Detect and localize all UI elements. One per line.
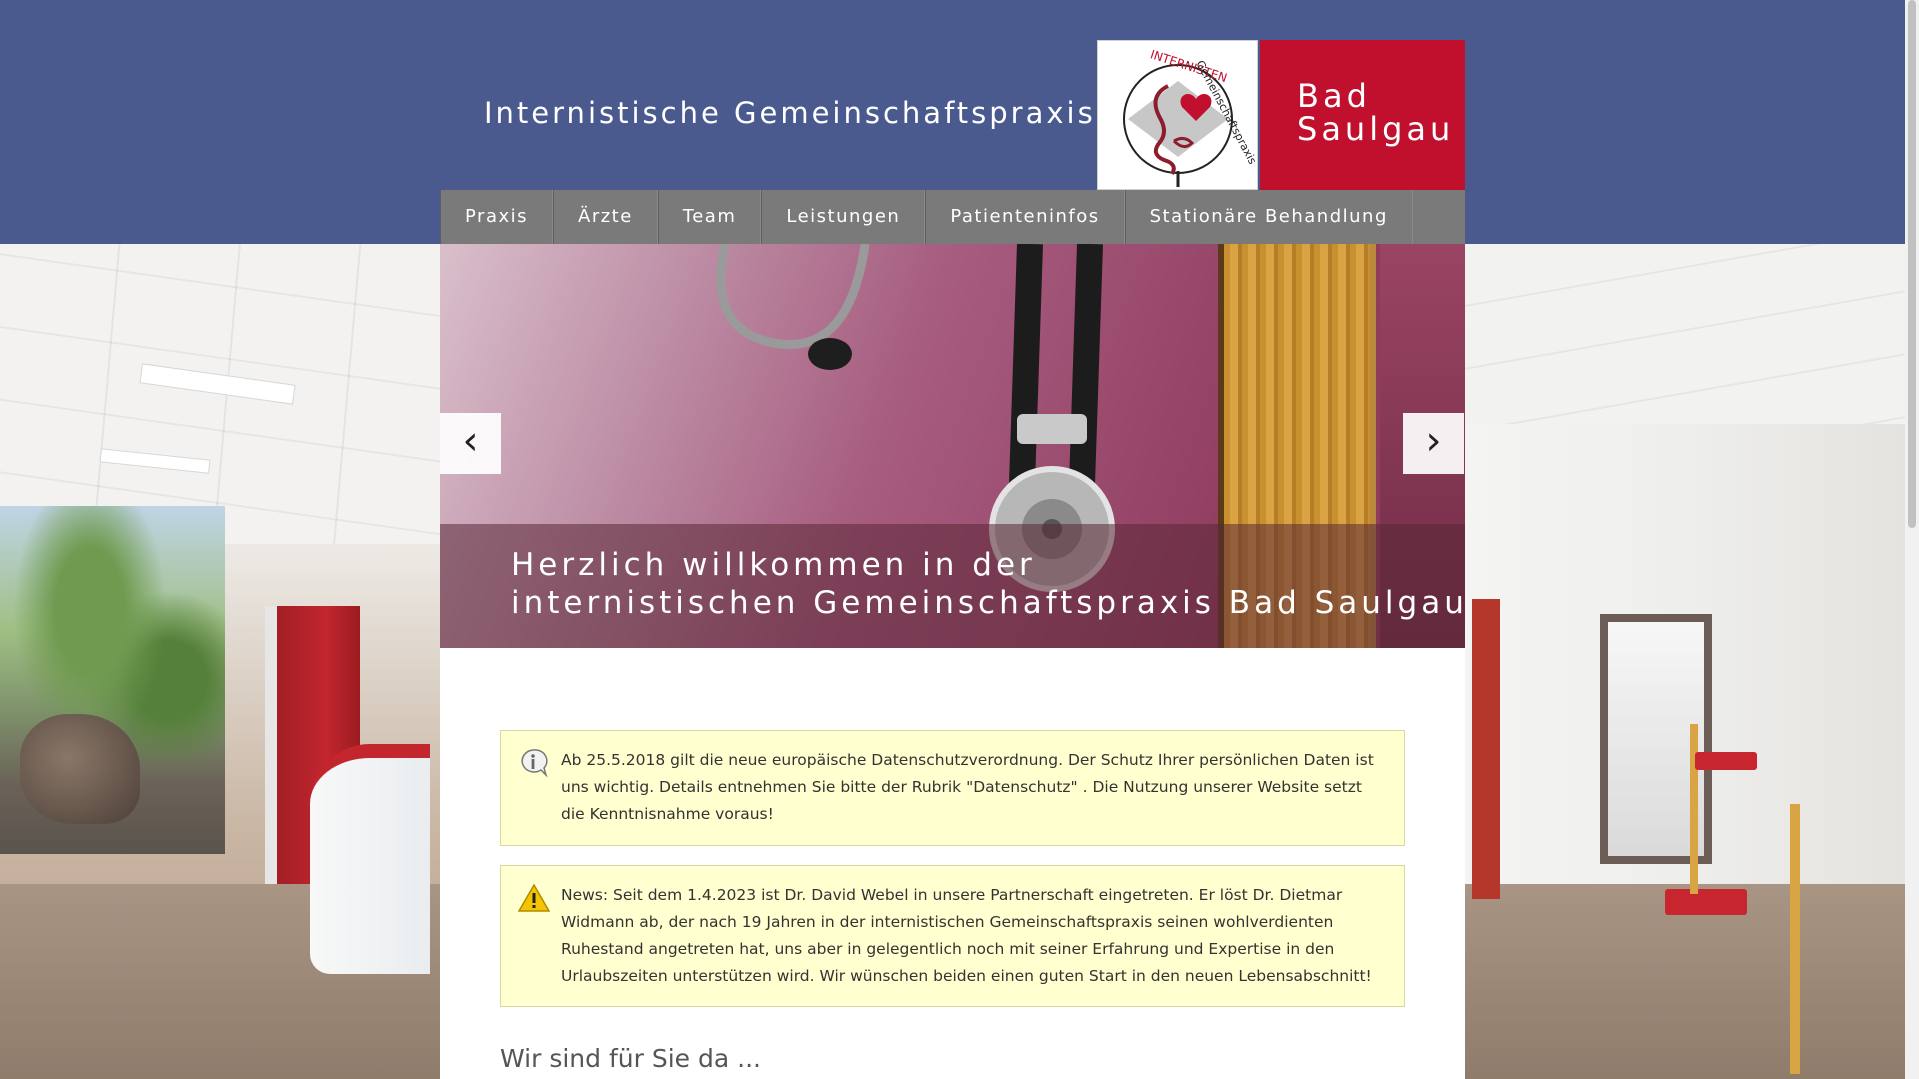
warning-icon (518, 883, 550, 912)
practice-logo[interactable]: INTERNISTEN Gemeinschaftspraxis (1097, 40, 1259, 190)
privacy-notice: Ab 25.5.2018 gilt die neue europäische D… (500, 730, 1405, 846)
corridor-ceiling (1465, 244, 1905, 424)
nav-item-team[interactable]: Team (657, 190, 762, 244)
caption-line-1: Herzlich willkommen in der (511, 547, 1036, 583)
chevron-right-icon: › (1425, 418, 1442, 464)
brand-box[interactable]: Bad Saulgau (1260, 40, 1465, 190)
brand-line-2: Saulgau (1297, 110, 1455, 148)
site-title[interactable]: Internistische Gemeinschaftspraxis (484, 96, 1093, 130)
chair (1695, 752, 1757, 770)
nav-item-aerzte[interactable]: Ärzte (553, 190, 658, 244)
slider-next-button[interactable]: › (1403, 413, 1464, 474)
main-nav: Praxis Ärzte Team Leistungen Patientenin… (440, 190, 1465, 244)
section-heading: Wir sind für Sie da ... (500, 1044, 761, 1073)
stomach-heart-logo-icon: INTERNISTEN Gemeinschaftspraxis (1123, 47, 1259, 187)
privacy-notice-text: Ab 25.5.2018 gilt die neue europäische D… (561, 751, 1374, 823)
nav-item-praxis[interactable]: Praxis (440, 190, 553, 244)
nav-item-patienteninfos[interactable]: Patienteninfos (925, 190, 1125, 244)
nav-item-stationaere-behandlung[interactable]: Stationäre Behandlung (1124, 190, 1413, 244)
brand-line-1: Bad (1297, 77, 1371, 115)
reception-counter (310, 744, 430, 974)
slider-prev-button[interactable]: ‹ (440, 413, 501, 474)
chair (1665, 889, 1747, 915)
chair-leg (1790, 804, 1800, 1074)
corridor-red-door (1472, 599, 1500, 899)
mural-rock (20, 714, 140, 824)
info-icon (521, 749, 548, 778)
nav-item-leistungen[interactable]: Leistungen (761, 190, 926, 244)
news-notice-text: News: Seit dem 1.4.2023 ist Dr. David We… (561, 886, 1372, 985)
slide-caption: Herzlich willkommen in der internistisch… (511, 546, 1468, 622)
scrollbar-thumb[interactable] (1908, 0, 1916, 528)
chevron-left-icon: ‹ (462, 418, 479, 464)
main-content: Ab 25.5.2018 gilt die neue europäische D… (440, 648, 1465, 1079)
chair-leg (1690, 724, 1698, 894)
news-notice: News: Seit dem 1.4.2023 ist Dr. David We… (500, 865, 1405, 1007)
caption-line-2: internistischen Gemeinschaftspraxis Bad … (511, 585, 1468, 621)
